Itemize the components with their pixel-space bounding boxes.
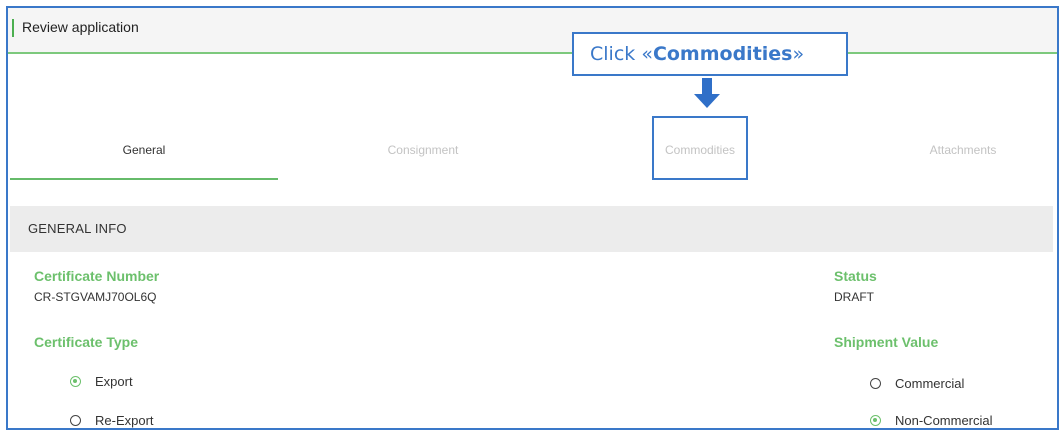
header-divider bbox=[8, 52, 1057, 54]
header-accent-bar bbox=[12, 19, 14, 37]
radio-selected-icon bbox=[70, 376, 81, 387]
certificate-type-label: Certificate Type bbox=[34, 334, 138, 350]
tab-consignment[interactable]: Consignment bbox=[298, 128, 548, 180]
callout-suffix: » bbox=[792, 43, 805, 65]
section-header-general-info: GENERAL INFO bbox=[10, 206, 1053, 252]
commodities-highlight-box bbox=[652, 116, 748, 180]
shipment-value-label: Shipment Value bbox=[834, 334, 939, 350]
radio-commercial[interactable]: Commercial bbox=[870, 376, 964, 391]
radio-re-export-label: Re-Export bbox=[95, 413, 154, 428]
active-tab-indicator bbox=[10, 178, 278, 180]
section-title: GENERAL INFO bbox=[28, 221, 127, 236]
application-frame: Review application General Consignment C… bbox=[6, 6, 1059, 430]
page-title: Review application bbox=[22, 19, 139, 35]
tab-attachments[interactable]: Attachments bbox=[888, 128, 1038, 180]
certificate-number-value: CR-STGVAMJ70OL6Q bbox=[34, 290, 157, 304]
status-label: Status bbox=[834, 268, 877, 284]
tab-bar: General Consignment Commodities Attachme… bbox=[8, 128, 1057, 180]
down-arrow-shaft bbox=[702, 78, 712, 94]
radio-re-export[interactable]: Re-Export bbox=[70, 413, 154, 428]
radio-non-commercial[interactable]: Non-Commercial bbox=[870, 413, 993, 428]
callout-target: Commodities bbox=[652, 43, 793, 65]
radio-unselected-icon bbox=[870, 378, 881, 389]
radio-export-label: Export bbox=[95, 374, 133, 389]
radio-non-commercial-label: Non-Commercial bbox=[895, 413, 993, 428]
radio-commercial-label: Commercial bbox=[895, 376, 965, 391]
status-value: DRAFT bbox=[834, 290, 874, 304]
radio-export[interactable]: Export bbox=[70, 374, 133, 389]
callout-prefix: Click « bbox=[590, 43, 653, 65]
tab-general[interactable]: General bbox=[10, 128, 278, 180]
certificate-number-label: Certificate Number bbox=[34, 268, 160, 284]
radio-unselected-icon bbox=[70, 415, 81, 426]
instruction-callout: Click «Commodities» bbox=[572, 32, 848, 76]
page-header: Review application bbox=[8, 8, 1057, 52]
down-arrow-icon bbox=[694, 94, 720, 108]
radio-selected-icon bbox=[870, 415, 881, 426]
